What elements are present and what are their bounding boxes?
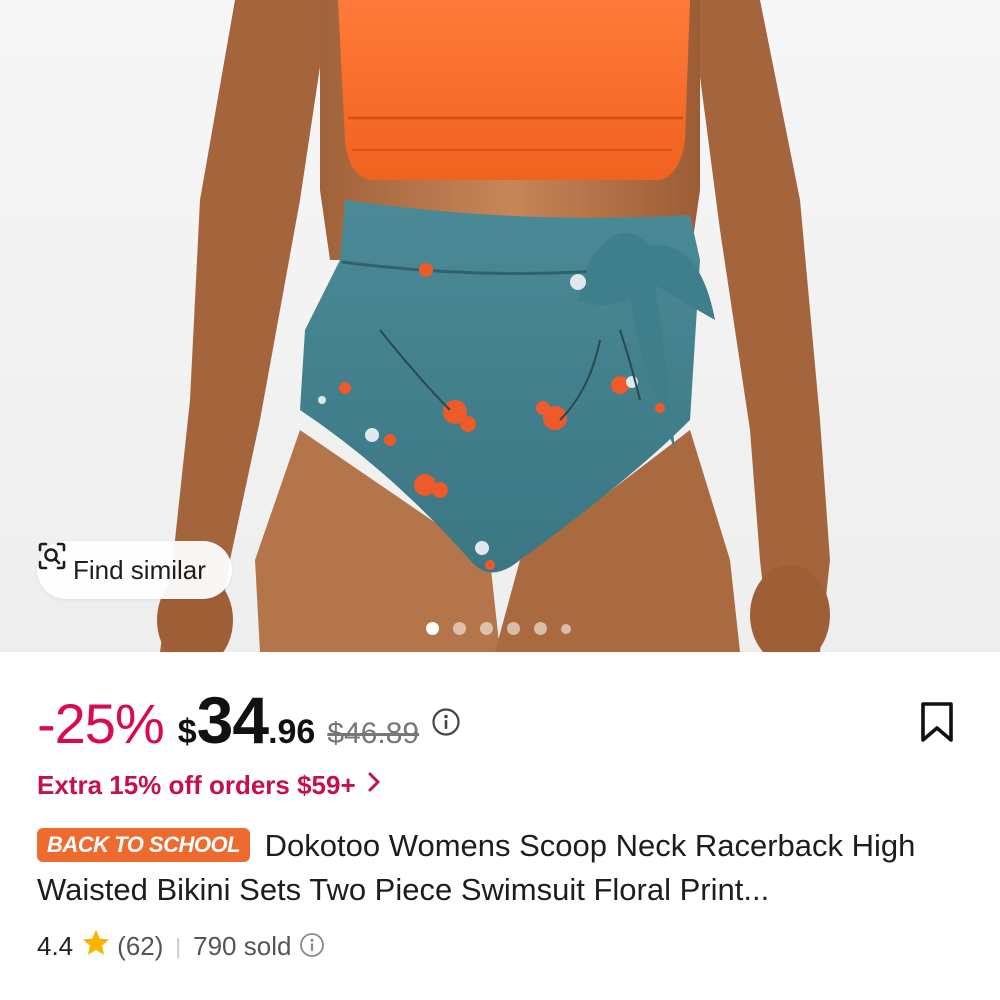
chevron-right-icon	[366, 770, 382, 801]
back-to-school-badge: BACK TO SCHOOL	[37, 828, 251, 862]
bookmark-button[interactable]	[918, 700, 956, 749]
review-count: (62)	[117, 931, 164, 961]
price-decimal: .96	[268, 713, 316, 751]
product-page: Find similar -25% $ 34 .96 $46.89 Extra …	[0, 0, 1000, 1000]
product-image[interactable]: Find similar	[0, 0, 1000, 652]
sold-count: 790 sold	[193, 931, 292, 961]
bookmark-icon	[918, 702, 956, 748]
price-row: -25% $ 34 .96 $46.89	[37, 682, 461, 758]
extra-discount-promo[interactable]: Extra 15% off orders $59+	[37, 770, 382, 801]
original-price: $46.89	[327, 717, 420, 750]
rating-score: 4.4	[37, 931, 74, 961]
info-icon[interactable]	[431, 707, 461, 742]
carousel-dot[interactable]	[426, 622, 439, 635]
product-title[interactable]: BACK TO SCHOOL Dokotoo Womens Scoop Neck…	[37, 824, 967, 912]
carousel-dot[interactable]	[561, 623, 571, 634]
carousel-dots[interactable]	[426, 622, 571, 635]
star-icon	[81, 928, 111, 965]
promo-text: Extra 15% off orders $59+	[37, 770, 356, 800]
price-currency: $	[177, 713, 197, 751]
carousel-dot[interactable]	[507, 622, 520, 635]
find-similar-label: Find similar	[73, 554, 206, 585]
rating-row[interactable]: 4.4 (62) | 790 sold	[37, 928, 325, 965]
divider: |	[175, 933, 182, 959]
carousel-dot[interactable]	[534, 622, 547, 635]
sold-info-icon[interactable]	[299, 932, 325, 965]
find-similar-button[interactable]: Find similar	[37, 541, 232, 599]
carousel-dot[interactable]	[453, 622, 466, 635]
price-integer: 34	[196, 683, 269, 757]
carousel-dot[interactable]	[480, 622, 493, 635]
discount-percent: -25%	[37, 692, 165, 755]
